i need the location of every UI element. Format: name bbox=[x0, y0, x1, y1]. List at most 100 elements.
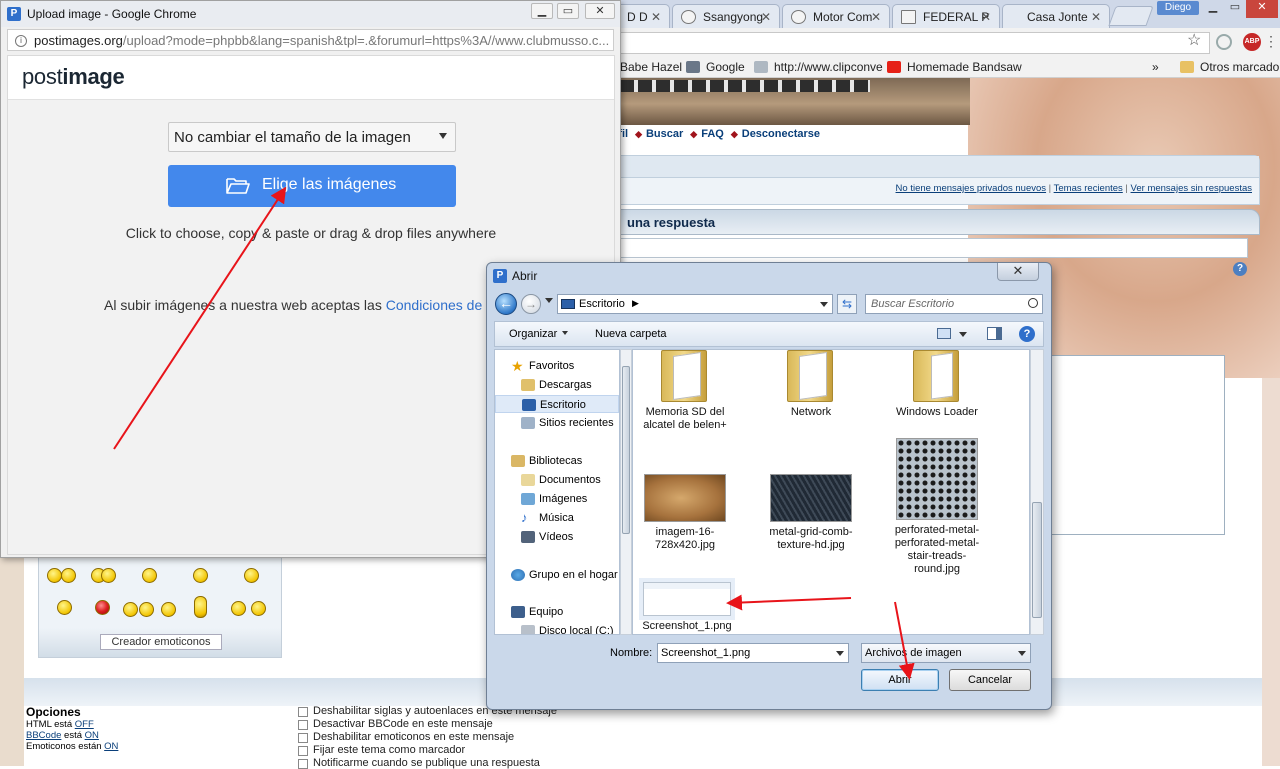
checkbox-disable-emoticons[interactable] bbox=[298, 733, 308, 743]
nav-recent[interactable]: Sitios recientes bbox=[495, 414, 619, 432]
emoticon-santa-icon[interactable] bbox=[95, 600, 110, 615]
emoticons-status-value[interactable]: ON bbox=[104, 741, 118, 752]
organize-button[interactable]: Organizar bbox=[509, 328, 569, 340]
nav-homegroup[interactable]: Grupo en el hogar bbox=[495, 566, 619, 584]
checkbox-bookmark-topic[interactable] bbox=[298, 746, 308, 756]
bookmark-homemade-bandsaw[interactable]: Homemade Bandsaw bbox=[887, 60, 1022, 74]
emoticon-icon[interactable] bbox=[57, 600, 72, 615]
close-icon[interactable]: ✕ bbox=[871, 10, 881, 24]
link-private-messages[interactable]: No tiene mensajes privados nuevos bbox=[896, 183, 1047, 194]
chevron-down-icon[interactable] bbox=[836, 651, 844, 656]
emoticon-icon[interactable] bbox=[61, 568, 76, 583]
help-icon[interactable]: ? bbox=[1233, 262, 1247, 276]
link-recent-topics[interactable]: Temas recientes bbox=[1054, 183, 1123, 194]
postimage-logo[interactable]: postimage bbox=[22, 64, 125, 90]
star-icon[interactable]: ☆ bbox=[1187, 30, 1201, 50]
file-type-select[interactable]: Archivos de imagen bbox=[861, 643, 1031, 663]
checkbox-notify-reply[interactable] bbox=[298, 759, 308, 769]
nav-images[interactable]: Imágenes bbox=[495, 490, 619, 508]
terms-link[interactable]: Condiciones de bbox=[386, 297, 483, 313]
popup-address-bar[interactable]: i postimages.org/upload?mode=phpbb&lang=s… bbox=[7, 29, 614, 51]
scrollbar-thumb[interactable] bbox=[1032, 502, 1042, 618]
background-tab-2[interactable]: Ssangyong ✕ bbox=[672, 4, 780, 28]
new-folder-button[interactable]: Nueva carpeta bbox=[595, 328, 667, 340]
navigation-scrollbar[interactable] bbox=[620, 349, 632, 635]
chevron-down-icon[interactable] bbox=[959, 332, 967, 337]
emoticon-icon[interactable] bbox=[251, 601, 266, 616]
chevron-down-icon[interactable] bbox=[820, 302, 828, 307]
close-icon[interactable]: ✕ bbox=[761, 10, 771, 24]
cancel-button[interactable]: Cancelar bbox=[949, 669, 1031, 691]
close-icon[interactable]: ✕ bbox=[1091, 10, 1101, 24]
forum-message-textarea[interactable] bbox=[1030, 355, 1225, 535]
file-item-folder[interactable]: Memoria SD del alcatel de belen+ bbox=[635, 350, 735, 432]
nav-downloads[interactable]: Descargas bbox=[495, 376, 619, 394]
nav-desktop[interactable]: Escritorio bbox=[495, 395, 619, 413]
forum-nav-logout[interactable]: Desconectarse bbox=[742, 128, 820, 140]
file-item-image[interactable]: metal-grid-comb-texture-hd.jpg bbox=[761, 474, 861, 552]
checkbox-disable-acronyms[interactable] bbox=[298, 707, 308, 717]
refresh-icon[interactable]: ⇆ bbox=[837, 294, 857, 314]
forum-nav-search[interactable]: Buscar bbox=[646, 128, 683, 140]
emoticon-creator-button[interactable]: Creador emoticonos bbox=[100, 634, 222, 650]
adblock-icon[interactable]: ABP bbox=[1243, 33, 1261, 51]
file-item-image[interactable]: perforated-metal-perforated-metal-stair-… bbox=[887, 438, 987, 576]
close-icon[interactable]: ✕ bbox=[651, 10, 661, 24]
emoticon-icon[interactable] bbox=[139, 602, 154, 617]
file-item-network[interactable]: Network bbox=[761, 350, 861, 419]
forward-arrow-icon[interactable]: → bbox=[521, 294, 541, 314]
emoticon-icon[interactable] bbox=[193, 568, 208, 583]
extension-icon[interactable] bbox=[1216, 34, 1232, 50]
minimize-icon[interactable]: ▁ bbox=[1202, 0, 1224, 18]
background-tab-3[interactable]: Motor Com ✕ bbox=[782, 4, 890, 28]
emoticon-banana-icon[interactable] bbox=[194, 596, 207, 618]
back-arrow-icon[interactable]: ← bbox=[495, 293, 517, 315]
filename-input[interactable]: Screenshot_1.png bbox=[657, 643, 849, 663]
close-icon[interactable]: ✕ bbox=[997, 263, 1039, 281]
preview-pane-icon[interactable] bbox=[987, 327, 1002, 340]
bookmarks-overflow[interactable]: » bbox=[1152, 60, 1159, 74]
nav-computer[interactable]: Equipo bbox=[495, 603, 619, 621]
emoticon-icon[interactable] bbox=[101, 568, 116, 583]
close-icon[interactable]: ✕ bbox=[981, 10, 991, 24]
nav-local-disk[interactable]: Disco local (C:) bbox=[495, 622, 619, 634]
emoticon-icon[interactable] bbox=[47, 568, 62, 583]
link-unanswered[interactable]: Ver mensajes sin respuestas bbox=[1131, 183, 1252, 194]
close-window-icon[interactable]: ✕ bbox=[1246, 0, 1278, 18]
bookmark-clipconverter[interactable]: http://www.clipconve bbox=[754, 60, 883, 74]
path-breadcrumb[interactable]: Escritorio ▶ bbox=[557, 294, 833, 314]
file-list-scrollbar[interactable] bbox=[1030, 349, 1044, 635]
forum-subject-input[interactable] bbox=[618, 238, 1248, 258]
bookmark-google[interactable]: Google bbox=[686, 60, 745, 74]
nav-music[interactable]: ♪ Música bbox=[495, 509, 619, 527]
background-tab-4[interactable]: FEDERAL P ✕ bbox=[892, 4, 1000, 28]
minimize-icon[interactable]: ▁ bbox=[531, 3, 553, 19]
forum-nav-faq[interactable]: FAQ bbox=[701, 128, 724, 140]
open-button[interactable]: Abrir bbox=[861, 669, 939, 691]
nav-favorites[interactable]: ★ Favoritos bbox=[495, 357, 619, 375]
view-options-icon[interactable] bbox=[937, 328, 951, 339]
new-tab-button[interactable] bbox=[1108, 6, 1154, 26]
file-item-screenshot[interactable]: Screenshot_1.png bbox=[637, 582, 737, 633]
nav-libraries[interactable]: Bibliotecas bbox=[495, 452, 619, 470]
emoticon-icon[interactable] bbox=[161, 602, 176, 617]
maximize-icon[interactable]: ▭ bbox=[557, 3, 579, 19]
file-item-image[interactable]: imagem-16-728x420.jpg bbox=[635, 474, 735, 552]
html-status-value[interactable]: OFF bbox=[75, 719, 94, 730]
profile-button[interactable]: Diego bbox=[1157, 1, 1199, 15]
chrome-menu-icon[interactable]: ⋮ bbox=[1264, 33, 1278, 50]
resize-select[interactable]: No cambiar el tamaño de la imagen bbox=[168, 122, 456, 152]
emoticon-icon[interactable] bbox=[123, 602, 138, 617]
file-item-windows-loader[interactable]: Windows Loader bbox=[887, 350, 987, 419]
bbcode-status-value[interactable]: ON bbox=[85, 730, 99, 741]
background-tab-5[interactable]: Casa Jonte ✕ bbox=[1002, 4, 1110, 28]
choose-images-button[interactable]: Elige las imágenes bbox=[168, 165, 456, 207]
nav-documents[interactable]: Documentos bbox=[495, 471, 619, 489]
background-address-bar[interactable] bbox=[612, 32, 1210, 54]
maximize-icon[interactable]: ▭ bbox=[1224, 0, 1246, 18]
dialog-search-input[interactable]: Buscar Escritorio bbox=[865, 294, 1043, 314]
close-icon[interactable]: ✕ bbox=[585, 3, 615, 19]
breadcrumb-arrow-icon[interactable]: ▶ bbox=[632, 298, 639, 309]
emoticon-icon[interactable] bbox=[142, 568, 157, 583]
history-dropdown-icon[interactable] bbox=[545, 298, 553, 303]
